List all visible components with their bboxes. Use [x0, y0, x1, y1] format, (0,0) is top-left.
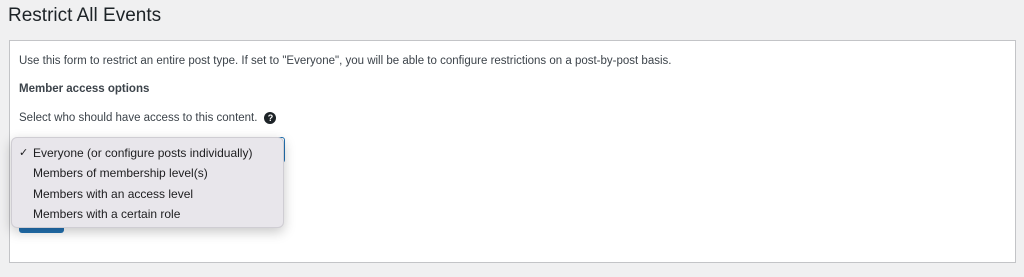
question-row: Select who should have access to this co… — [19, 112, 277, 124]
option-label: Everyone (or configure posts individuall… — [33, 146, 253, 160]
option-membership-levels[interactable]: Members of membership level(s) — [12, 163, 283, 183]
question-label: Select who should have access to this co… — [19, 112, 258, 124]
option-label: Members with an access level — [33, 186, 194, 201]
option-label: Members with a certain role — [33, 206, 181, 221]
option-certain-role[interactable]: Members with a certain role — [12, 204, 283, 224]
page-title: Restrict All Events — [8, 5, 162, 26]
option-label: Members of membership level(s) — [33, 166, 208, 181]
question-circle-icon[interactable]: ? — [264, 112, 277, 124]
access-dropdown-menu: ✓ Everyone (or configure posts individua… — [11, 137, 284, 228]
checkmark-icon: ✓ — [19, 147, 29, 159]
option-access-level[interactable]: Members with an access level — [12, 184, 283, 204]
section-heading: Member access options — [19, 83, 150, 95]
option-everyone[interactable]: ✓ Everyone (or configure posts individua… — [12, 143, 283, 163]
intro-text: Use this form to restrict an entire post… — [19, 55, 672, 67]
